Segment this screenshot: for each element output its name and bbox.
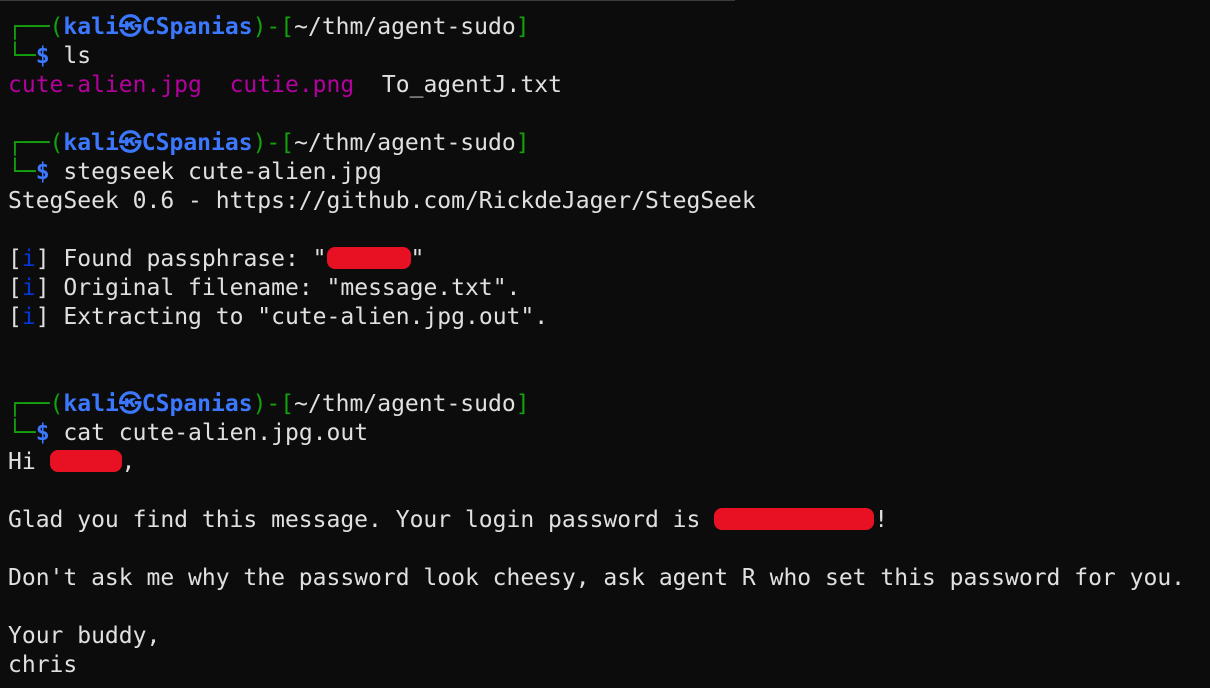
prompt-at-symbol: ㉿ [118, 14, 142, 40]
command-text: ls [63, 43, 92, 69]
redacted-name [49, 449, 122, 472]
prompt-path: ~/thm/agent-sudo [294, 14, 516, 40]
redacted-passphrase [326, 246, 411, 269]
original-filename-line: [i] Original filename: "message.txt". [8, 275, 521, 301]
prompt-at-symbol: ㉿ [118, 391, 142, 417]
password-line: Glad you find this message. Your login p… [8, 507, 889, 533]
stegseek-banner: StegSeek 0.6 - https://github.com/Rickde… [8, 188, 756, 214]
prompt-at-symbol: ㉿ [118, 130, 142, 156]
prompt-line: ┌──(kali㉿CSpanias)-[~/thm/agent-sudo] [8, 130, 530, 156]
prompt-host: CSpanias [141, 130, 253, 156]
command-line: └─$ ls [8, 42, 1210, 71]
prompt-corner-top: ┌── [8, 14, 50, 40]
extracting-line: [i] Extracting to "cute-alien.jpg.out". [8, 304, 549, 330]
ls-output-line: cute-alien.jpg cutie.png To_agentJ.txt [8, 71, 1210, 100]
prompt-dollar: $ [35, 43, 50, 69]
prompt-corner-top: ┌── [8, 391, 50, 417]
prompt-corner-bottom: └─ [8, 159, 36, 185]
prompt-corner-top: ┌── [8, 130, 50, 156]
terminal-window[interactable]: ┌──(kali㉿CSpanias)-[~/thm/agent-sudo] └─… [0, 0, 1210, 688]
info-marker: i [21, 304, 36, 330]
prompt-user: kali [63, 391, 119, 417]
greeting-line: Hi , [8, 449, 136, 475]
redacted-password [714, 507, 875, 530]
info-marker: i [21, 275, 36, 301]
file-cutie-png: cutie.png [229, 72, 355, 98]
prompt-corner-bottom: └─ [8, 420, 36, 446]
prompt-host: CSpanias [141, 14, 253, 40]
prompt-host: CSpanias [141, 391, 253, 417]
prompt-path: ~/thm/agent-sudo [294, 391, 516, 417]
prompt-dollar: $ [35, 420, 50, 446]
file-cute-alien-jpg: cute-alien.jpg [8, 72, 202, 98]
prompt-path: ~/thm/agent-sudo [294, 130, 516, 156]
file-to-agentj-txt: To_agentJ.txt [381, 72, 562, 98]
prompt-line: ┌──(kali㉿CSpanias)-[~/thm/agent-sudo] [8, 391, 530, 417]
prompt-user: kali [63, 130, 119, 156]
command-text: stegseek cute-alien.jpg [63, 159, 382, 185]
command-line: └─$ stegseek cute-alien.jpg [8, 158, 1210, 187]
prompt-user: kali [63, 14, 119, 40]
window-top-border [0, 0, 735, 1]
info-marker: i [21, 246, 36, 272]
command-text: cat cute-alien.jpg.out [63, 420, 369, 446]
prompt-corner-bottom: └─ [8, 43, 36, 69]
prompt-dollar: $ [35, 159, 50, 185]
found-passphrase-line: [i] Found passphrase: " " [8, 246, 425, 272]
sign-off-line: Your buddy, [8, 623, 161, 649]
dont-ask-line: Don't ask me why the password look chees… [8, 565, 1186, 591]
command-line: └─$ cat cute-alien.jpg.out [8, 419, 1210, 448]
signature-line: chris [8, 652, 78, 678]
prompt-line: ┌──(kali㉿CSpanias)-[~/thm/agent-sudo] [8, 14, 530, 40]
